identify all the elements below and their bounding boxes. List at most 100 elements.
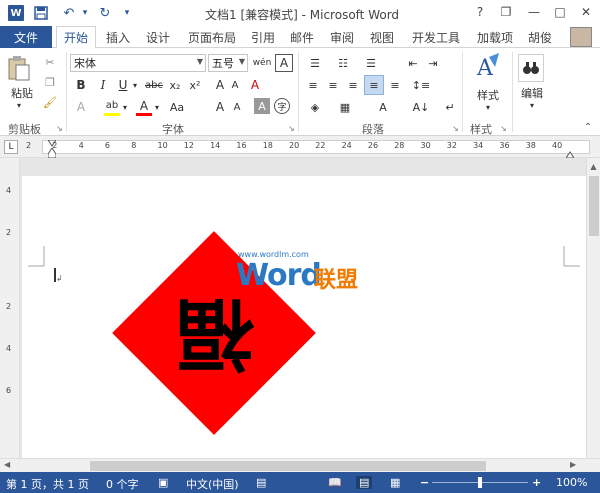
zoom-level[interactable]: 100% bbox=[556, 476, 587, 489]
text-effects-icon[interactable]: A bbox=[72, 98, 90, 116]
chevron-down-icon[interactable]: ▼ bbox=[197, 57, 203, 66]
tab-references[interactable]: 引用 bbox=[246, 26, 280, 48]
italic-button[interactable]: I bbox=[94, 76, 112, 94]
paste-button[interactable]: 粘贴 bbox=[8, 86, 36, 100]
align-center-icon[interactable]: ≡ bbox=[324, 76, 342, 94]
language[interactable]: 中文(中国) bbox=[186, 476, 239, 492]
ribbon-display-button[interactable]: ❐ bbox=[496, 3, 516, 21]
scroll-right-icon[interactable]: ▶ bbox=[570, 460, 580, 472]
vertical-scroll-thumb[interactable] bbox=[589, 176, 599, 236]
clipboard-launcher-icon[interactable]: ↘ bbox=[56, 124, 64, 133]
scroll-left-icon[interactable]: ◀ bbox=[4, 460, 14, 472]
tab-view[interactable]: 视图 bbox=[364, 26, 400, 48]
tab-stop-selector-icon[interactable]: L bbox=[4, 140, 18, 154]
editing-button[interactable]: 编辑 bbox=[518, 86, 546, 100]
tab-insert[interactable]: 插入 bbox=[100, 26, 136, 48]
avatar[interactable] bbox=[570, 27, 592, 47]
tab-file[interactable]: 文件 bbox=[0, 26, 52, 48]
horizontal-ruler[interactable]: L 2 2 4 6 8 10 12 14 16 18 20 22 24 26 28 30 32 34 36 38 40 bbox=[0, 136, 600, 159]
scroll-up-icon[interactable]: ▲ bbox=[588, 162, 599, 172]
horizontal-scrollbar[interactable]: ◀ ▶ bbox=[0, 458, 600, 472]
customize-qat-icon[interactable]: ▾ bbox=[118, 4, 136, 22]
page-count[interactable]: 第 1 页，共 1 页 bbox=[6, 476, 89, 492]
borders-icon[interactable]: ▦ bbox=[334, 98, 356, 116]
superscript-button[interactable]: x² bbox=[186, 76, 204, 94]
sort-icon[interactable]: A↓ bbox=[412, 98, 430, 116]
word-count[interactable]: 0 个字 bbox=[106, 476, 139, 492]
grow-font-alt-icon[interactable]: A bbox=[212, 98, 228, 116]
print-layout-icon[interactable]: ▤ bbox=[356, 476, 373, 489]
font-size-combo[interactable]: 五号 ▼ bbox=[208, 54, 248, 72]
collapse-ribbon-icon[interactable]: ⌃ bbox=[582, 122, 594, 133]
increase-indent-icon[interactable]: ⇥ bbox=[424, 54, 442, 72]
shading-icon[interactable]: ◈ bbox=[304, 98, 326, 116]
char-shading-icon[interactable]: A bbox=[254, 98, 270, 114]
shrink-font-icon[interactable]: A bbox=[228, 76, 242, 94]
web-layout-icon[interactable]: ▦ bbox=[390, 476, 400, 489]
multilevel-list-icon[interactable]: ☰ bbox=[360, 54, 382, 72]
styles-dropdown-icon[interactable]: ▾ bbox=[480, 102, 496, 112]
font-color-icon[interactable]: A bbox=[136, 98, 152, 116]
align-right-icon[interactable]: ≡ bbox=[344, 76, 362, 94]
bullets-icon[interactable]: ☰ bbox=[304, 54, 326, 72]
tab-mailings[interactable]: 邮件 bbox=[284, 26, 320, 48]
font-launcher-icon[interactable]: ↘ bbox=[288, 124, 296, 133]
align-left-icon[interactable]: ≡ bbox=[304, 76, 322, 94]
tab-developer[interactable]: 开发工具 bbox=[406, 26, 466, 48]
zoom-in-icon[interactable]: + bbox=[532, 476, 541, 489]
paste-icon[interactable] bbox=[6, 54, 32, 82]
decrease-indent-icon[interactable]: ⇤ bbox=[404, 54, 422, 72]
underline-dropdown-icon[interactable]: ▾ bbox=[130, 76, 140, 94]
shrink-font-alt-icon[interactable]: A bbox=[230, 98, 244, 116]
enclose-char-icon[interactable]: 字 bbox=[274, 98, 290, 114]
close-button[interactable]: ✕ bbox=[576, 3, 596, 21]
numbering-icon[interactable]: ☷ bbox=[332, 54, 354, 72]
justify-icon[interactable]: ≡ bbox=[364, 75, 384, 95]
highlight-icon[interactable]: ab bbox=[104, 98, 120, 116]
show-marks-icon[interactable]: ↵ bbox=[442, 98, 458, 116]
grow-font-icon[interactable]: A bbox=[212, 76, 228, 94]
line-spacing-icon[interactable]: ↕≡ bbox=[410, 76, 432, 94]
help-button[interactable]: ? bbox=[470, 3, 490, 21]
macro-record-icon[interactable]: ▤ bbox=[256, 476, 266, 489]
maximize-button[interactable]: □ bbox=[550, 3, 570, 21]
phonetic-guide-icon[interactable]: wén bbox=[252, 54, 272, 72]
proofing-icon[interactable]: ▣ bbox=[158, 476, 168, 489]
tab-home[interactable]: 开始 bbox=[56, 26, 96, 49]
cut-icon[interactable]: ✂ bbox=[42, 54, 58, 70]
highlight-dropdown-icon[interactable]: ▾ bbox=[120, 98, 130, 116]
clear-format-icon[interactable]: A bbox=[246, 76, 264, 94]
asian-layout-icon[interactable]: A bbox=[372, 98, 394, 116]
vertical-ruler[interactable]: 4 2 2 4 6 bbox=[0, 158, 20, 458]
font-name-combo[interactable]: 宋体 ▼ bbox=[70, 54, 206, 72]
tab-addins[interactable]: 加载项 bbox=[470, 26, 520, 48]
editing-dropdown-icon[interactable]: ▾ bbox=[524, 100, 540, 110]
read-mode-icon[interactable]: 📖 bbox=[328, 476, 342, 489]
tab-design[interactable]: 设计 bbox=[140, 26, 176, 48]
paste-dropdown-icon[interactable]: ▾ bbox=[11, 100, 27, 110]
chevron-down-icon[interactable]: ▼ bbox=[239, 57, 245, 66]
right-indent-marker[interactable] bbox=[565, 148, 575, 159]
vertical-scrollbar[interactable]: ▲ bbox=[586, 158, 600, 458]
minimize-button[interactable]: — bbox=[524, 3, 544, 21]
font-color-dropdown-icon[interactable]: ▾ bbox=[152, 98, 162, 116]
bold-button[interactable]: B bbox=[72, 76, 90, 94]
format-painter-icon[interactable]: 🖌 bbox=[42, 94, 58, 110]
tab-review[interactable]: 审阅 bbox=[324, 26, 360, 48]
document-page[interactable]: ↲ 福 www.wordlm.com Word 联盟 bbox=[22, 176, 586, 466]
strikethrough-button[interactable]: abc bbox=[144, 76, 164, 94]
tab-layout[interactable]: 页面布局 bbox=[182, 26, 242, 48]
undo-dropdown-icon[interactable]: ▾ bbox=[76, 4, 94, 22]
redo-icon[interactable]: ↻ bbox=[96, 4, 114, 22]
char-border-icon[interactable]: A bbox=[275, 54, 293, 72]
zoom-out-icon[interactable]: − bbox=[420, 476, 429, 489]
user-name[interactable]: 胡俊 bbox=[528, 29, 552, 46]
styles-button[interactable]: 样式 bbox=[474, 88, 502, 102]
styles-launcher-icon[interactable]: ↘ bbox=[500, 124, 508, 133]
paragraph-launcher-icon[interactable]: ↘ bbox=[452, 124, 460, 133]
subscript-button[interactable]: x₂ bbox=[166, 76, 184, 94]
horizontal-scroll-thumb[interactable] bbox=[90, 461, 486, 471]
save-icon[interactable] bbox=[32, 4, 50, 22]
change-case-button[interactable]: Aa bbox=[166, 98, 188, 116]
zoom-slider-thumb[interactable] bbox=[478, 477, 482, 488]
